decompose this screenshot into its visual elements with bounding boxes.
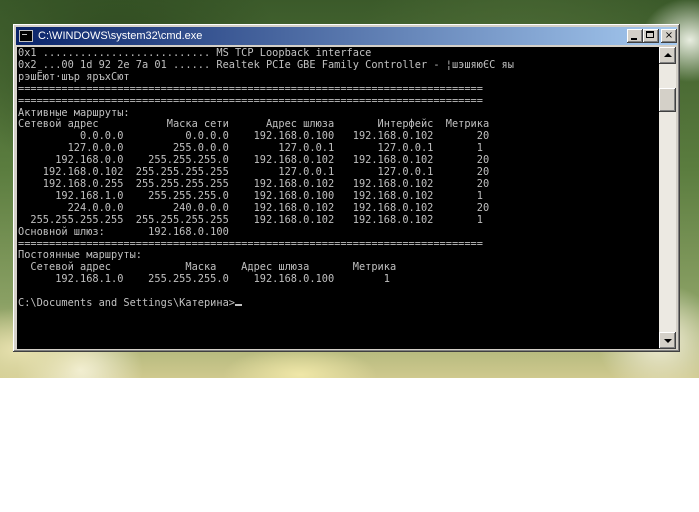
console-line: 255.255.255.255 255.255.255.255 192.168.… xyxy=(18,213,483,226)
scroll-down-button[interactable] xyxy=(659,332,676,349)
scroll-thumb[interactable] xyxy=(659,88,676,112)
console-line: 192.168.0.255 255.255.255.255 192.168.0.… xyxy=(18,177,490,190)
text-cursor xyxy=(234,304,242,307)
console-line: рэшЁют·шър яръхСют xyxy=(18,70,130,83)
vertical-scrollbar[interactable] xyxy=(659,47,676,349)
console-line: 192.168.0.102 255.255.255.255 127.0.0.1 … xyxy=(18,166,490,179)
console-line: 192.168.1.0 255.255.255.0 192.168.0.100 … xyxy=(18,273,390,286)
console-line: Активные маршруты: xyxy=(18,106,130,119)
cmd-window[interactable]: C:\WINDOWS\system32\cmd.exe × 0x1 ......… xyxy=(13,24,680,352)
title-bar[interactable]: C:\WINDOWS\system32\cmd.exe × xyxy=(16,27,677,45)
minimize-button[interactable] xyxy=(627,29,643,43)
console-line: 192.168.0.0 255.255.255.0 192.168.0.102 … xyxy=(18,154,490,167)
console-line: Основной шлюз: 192.168.0.100 xyxy=(18,225,229,238)
console-line: 127.0.0.0 255.0.0.0 127.0.0.1 127.0.0.1 … xyxy=(18,142,483,155)
maximize-button[interactable] xyxy=(643,29,659,43)
window-title: C:\WINDOWS\system32\cmd.exe xyxy=(38,30,203,42)
console-line: 0x1 ........................... MS TCP L… xyxy=(18,47,372,59)
console-line: Сетевой адрес Маска сети Адрес шлюза Инт… xyxy=(18,118,490,131)
command-prompt: C:\Documents and Settings\Катерина> xyxy=(18,297,235,310)
console-line: Сетевой адрес Маска Адрес шлюза Метрика xyxy=(18,261,397,274)
console-line: 224.0.0.0 240.0.0.0 192.168.0.102 192.16… xyxy=(18,201,490,214)
console-line: ========================================… xyxy=(18,94,483,107)
console-line: ========================================… xyxy=(18,82,483,95)
console-line: Постоянные маршруты: xyxy=(18,249,142,262)
console-line: 0x2 ...00 1d 92 2e 7a 01 ...... Realtek … xyxy=(18,58,514,71)
console-line: 0.0.0.0 0.0.0.0 192.168.0.100 192.168.0.… xyxy=(18,130,490,143)
cmd-icon[interactable] xyxy=(19,30,33,42)
console-output: 0x1 ........................... MS TCP L… xyxy=(18,47,514,310)
console-line: 192.168.1.0 255.255.255.0 192.168.0.100 … xyxy=(18,189,483,202)
close-button[interactable]: × xyxy=(661,29,677,43)
scroll-up-button[interactable] xyxy=(659,47,676,64)
console-area[interactable]: 0x1 ........................... MS TCP L… xyxy=(17,47,659,349)
console-line: ========================================… xyxy=(18,237,483,250)
